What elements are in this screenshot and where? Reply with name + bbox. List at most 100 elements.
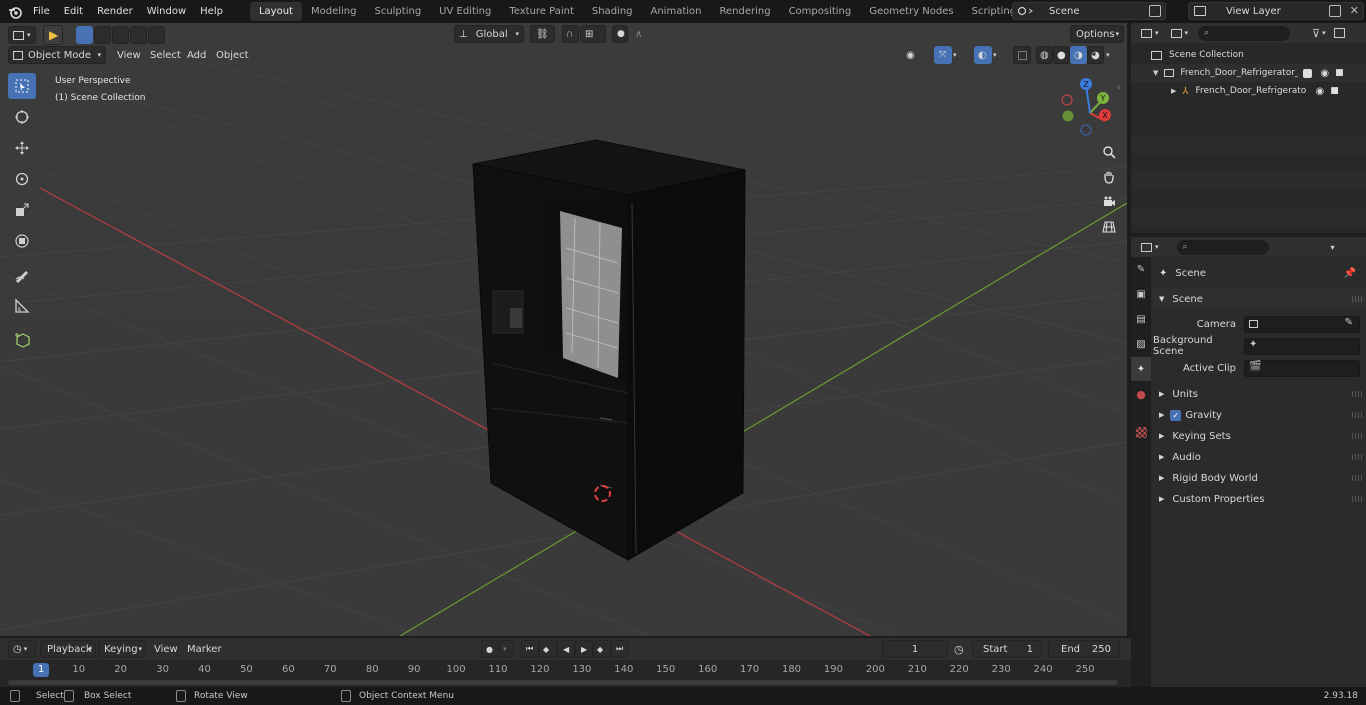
playback-menu[interactable]: Playback ▾: [40, 640, 96, 658]
jump-keyframe-back-button[interactable]: ◆: [539, 640, 557, 658]
timeline-menu-marker[interactable]: Marker: [187, 640, 222, 658]
select-invert-button[interactable]: [130, 26, 147, 44]
jump-end-button[interactable]: ⏭: [611, 640, 629, 658]
start-frame-field[interactable]: Start 1: [972, 640, 1042, 658]
navigation-gizmo[interactable]: X Y Z: [1055, 78, 1125, 148]
properties-editor-icon[interactable]: [1141, 242, 1152, 252]
rotate-tool[interactable]: [8, 166, 36, 192]
camera-field[interactable]: ✎: [1244, 315, 1360, 333]
view-layer-selector[interactable]: View Layer ✕: [1188, 2, 1364, 20]
xray-toggle[interactable]: [1013, 46, 1031, 64]
options-dropdown[interactable]: Options ▾: [1070, 25, 1124, 43]
new-scene-icon[interactable]: [1149, 5, 1161, 17]
tab-animation[interactable]: Animation: [642, 2, 711, 21]
background-scene-field[interactable]: ✦: [1244, 337, 1360, 355]
panel-grip-icon[interactable]: [1352, 496, 1362, 502]
panel-grip-icon[interactable]: [1352, 296, 1362, 302]
collapse-sidebar-icon[interactable]: ‹: [1117, 83, 1121, 93]
auto-keying-toggle[interactable]: ●: [481, 640, 499, 658]
camera-render-icon[interactable]: ■: [1335, 68, 1344, 78]
shading-dropdown[interactable]: ▾: [1106, 46, 1118, 64]
gravity-checkbox[interactable]: ✓: [1170, 409, 1182, 421]
outliner-editor-icon[interactable]: [1141, 28, 1152, 38]
select-box-tool[interactable]: [8, 73, 36, 99]
rigid-body-world-panel-header[interactable]: ▶ Rigid Body World: [1153, 468, 1366, 488]
display-mode-icon[interactable]: [1170, 28, 1182, 38]
tab-output[interactable]: ▤: [1131, 307, 1151, 331]
eye-icon[interactable]: ◉: [1316, 86, 1325, 97]
cursor-tool[interactable]: [8, 104, 36, 130]
select-mode-button[interactable]: ▶: [43, 25, 63, 45]
overlays-dropdown[interactable]: ▾: [993, 46, 1005, 64]
outliner-item-collection[interactable]: ▼ French_Door_Refrigerator_Sa ◉ ■: [1131, 64, 1366, 82]
menu-view[interactable]: View: [117, 46, 141, 64]
timeline-ruler[interactable]: 1 10 20 30 40 50 60 70 80 90 100 110 120 130 140 150 16…: [0, 660, 1131, 679]
scene-selector[interactable]: Scene: [1012, 2, 1166, 20]
annotate-tool[interactable]: [8, 262, 36, 288]
scene-panel-header[interactable]: ▼ Scene: [1153, 289, 1366, 309]
units-panel-header[interactable]: ▶ Units: [1153, 384, 1366, 404]
menu-object[interactable]: Object: [216, 46, 249, 64]
audio-panel-header[interactable]: ▶ Audio: [1153, 447, 1366, 467]
tab-compositing[interactable]: Compositing: [780, 2, 861, 21]
eye-icon[interactable]: ◉: [1320, 68, 1329, 79]
falloff-button[interactable]: ∧: [632, 25, 654, 43]
jump-start-button[interactable]: ⏮: [521, 640, 539, 658]
keying-mode-dropdown[interactable]: ▾: [500, 640, 514, 658]
camera-render-icon[interactable]: ■: [1330, 86, 1339, 96]
pivot-point-button[interactable]: ⛓: [530, 25, 555, 43]
shading-wireframe-button[interactable]: ◍: [1036, 46, 1053, 64]
tab-sculpting[interactable]: Sculpting: [365, 2, 430, 21]
panel-grip-icon[interactable]: [1352, 433, 1362, 439]
tab-rendering[interactable]: Rendering: [710, 2, 779, 21]
panel-grip-icon[interactable]: [1352, 475, 1362, 481]
preview-range-toggle[interactable]: ◷: [954, 640, 970, 658]
zoom-icon[interactable]: [1098, 141, 1120, 163]
transform-tool[interactable]: [8, 228, 36, 254]
tab-shading[interactable]: Shading: [583, 2, 642, 21]
overlays-toggle[interactable]: ◐: [974, 46, 992, 64]
visibility-filter-button[interactable]: ◉: [902, 46, 928, 64]
menu-select[interactable]: Select: [150, 46, 181, 64]
tab-render[interactable]: ▣: [1131, 282, 1151, 306]
menu-help[interactable]: Help: [193, 0, 230, 23]
add-cube-tool[interactable]: [8, 327, 36, 353]
select-intersect-button[interactable]: [148, 26, 165, 44]
tab-texture-paint[interactable]: Texture Paint: [500, 2, 583, 21]
timeline-scrollbar[interactable]: [8, 680, 1118, 685]
camera-view-icon[interactable]: [1098, 191, 1120, 213]
close-view-layer-icon[interactable]: ✕: [1350, 4, 1359, 17]
measure-tool[interactable]: [8, 293, 36, 319]
properties-search-input[interactable]: ⌕: [1176, 239, 1269, 255]
custom-properties-panel-header[interactable]: ▶ Custom Properties: [1153, 489, 1366, 509]
pin-icon[interactable]: 📌: [1344, 268, 1356, 279]
perspective-grid-icon[interactable]: [1098, 216, 1120, 238]
shading-rendered-button[interactable]: ◕: [1087, 46, 1104, 64]
panel-grip-icon[interactable]: [1352, 412, 1362, 418]
timeline-menu-view[interactable]: View: [154, 640, 178, 658]
select-new-button[interactable]: [76, 26, 93, 44]
play-button[interactable]: ▶: [575, 640, 593, 658]
gizmo-toggle[interactable]: ⤧: [934, 46, 952, 64]
timeline-editor-type-button[interactable]: ◷ ▾: [8, 640, 36, 658]
new-view-layer-icon[interactable]: [1329, 5, 1341, 17]
keying-menu[interactable]: Keying ▾: [98, 640, 146, 658]
keying-sets-panel-header[interactable]: ▶ Keying Sets: [1153, 426, 1366, 446]
blender-logo-icon[interactable]: [4, 1, 26, 23]
snap-toggle[interactable]: ∩: [562, 25, 579, 43]
expand-triangle-icon[interactable]: ▶: [1171, 87, 1176, 95]
editor-type-button[interactable]: ▾: [8, 26, 36, 44]
gizmo-dropdown[interactable]: ▾: [953, 46, 965, 64]
tab-geometry-nodes[interactable]: Geometry Nodes: [860, 2, 962, 21]
shading-material-button[interactable]: ◑: [1070, 46, 1087, 64]
transform-orientation-dropdown[interactable]: ⊥ Global ▾: [454, 25, 524, 43]
tab-layout[interactable]: Layout: [249, 2, 302, 21]
menu-edit[interactable]: Edit: [57, 0, 90, 23]
tab-modeling[interactable]: Modeling: [302, 2, 366, 21]
expand-triangle-icon[interactable]: ▼: [1153, 69, 1158, 77]
active-clip-field[interactable]: 🎬: [1244, 359, 1360, 377]
chevron-down-icon[interactable]: ▾: [1331, 243, 1335, 252]
shading-solid-button[interactable]: ●: [1053, 46, 1070, 64]
proportional-edit-toggle[interactable]: ●: [612, 25, 628, 43]
play-reverse-button[interactable]: ◀: [557, 640, 575, 658]
